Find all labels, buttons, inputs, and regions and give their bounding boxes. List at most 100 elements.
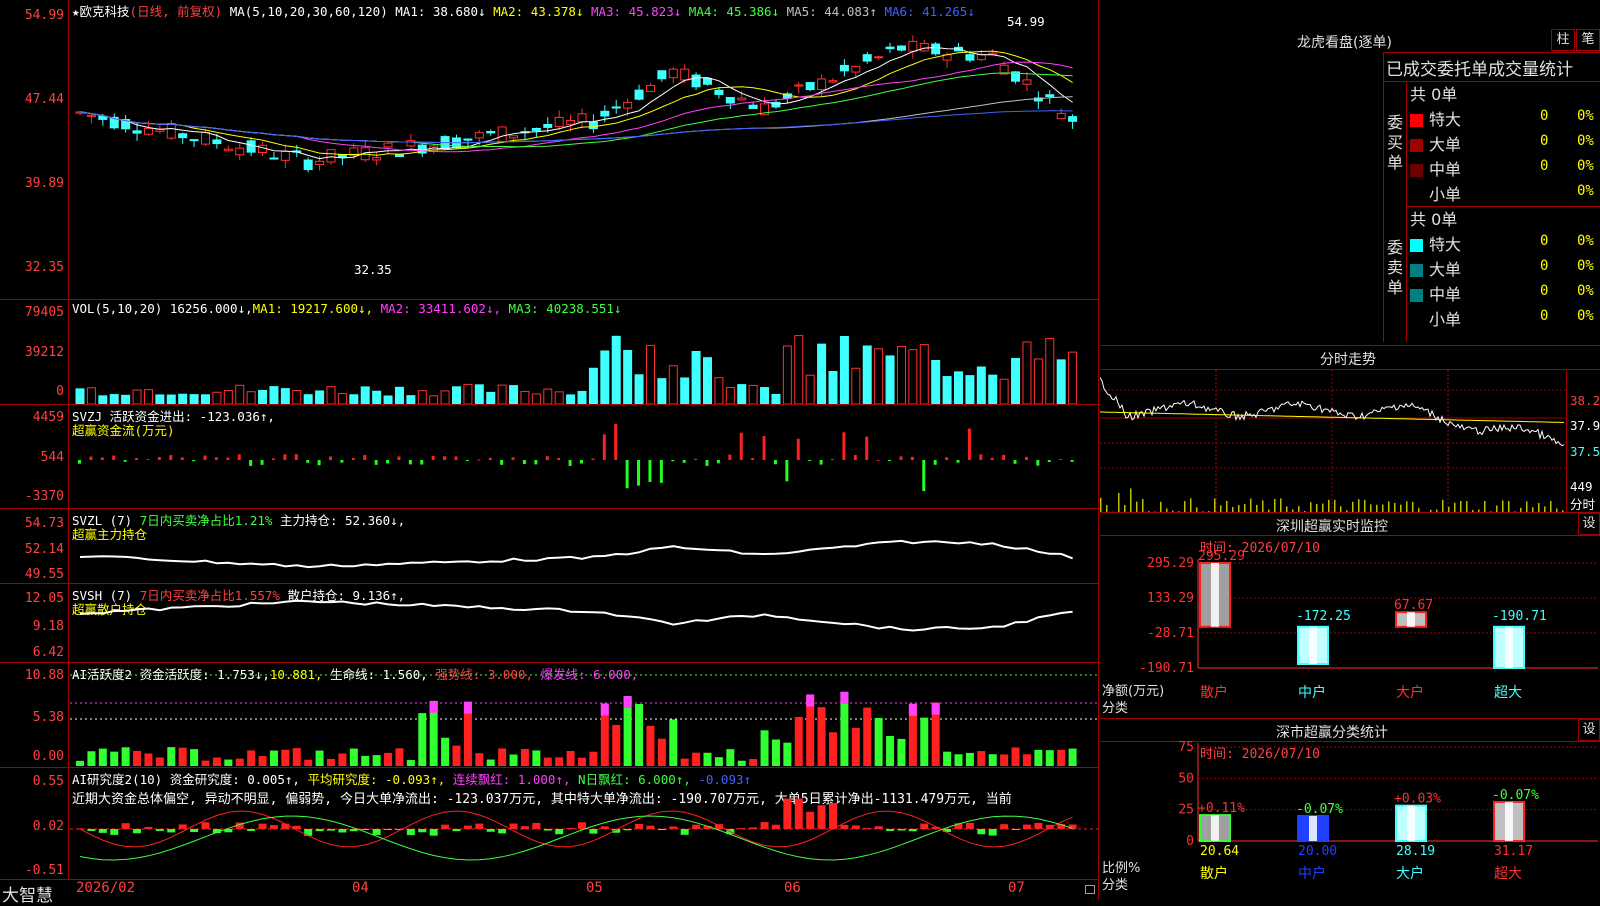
- activity-bar: [76, 761, 84, 766]
- research-chart[interactable]: [70, 768, 1098, 880]
- ratio-bar-chart[interactable]: 7550250+0.11%散户20.64-0.07%中户20.00+0.03%大…: [1100, 719, 1600, 901]
- flow-bar: [89, 457, 92, 460]
- volume-bar: [1057, 360, 1065, 404]
- volume-bar: [726, 388, 734, 404]
- svzj-panel[interactable]: 4459 544 -3370 SVZJ 活跃资金进出: -123.036↑, 超…: [0, 404, 1098, 508]
- candlestick-panel[interactable]: 54.99 47.44 39.89 32.35 ★欧克科技(日线, 前复权) M…: [0, 0, 1098, 298]
- intraday-chart[interactable]: [1100, 370, 1566, 512]
- intraday-vol-bar: [1376, 505, 1378, 512]
- volume-bar: [1069, 352, 1077, 404]
- value-label: -0.07%: [1296, 802, 1343, 817]
- candle-body: [692, 75, 700, 87]
- intraday-vol-bar: [1160, 502, 1162, 512]
- activity-bar: [1000, 754, 1008, 766]
- candle-body: [886, 47, 894, 48]
- research-bar: [110, 829, 118, 835]
- pen-mode-button[interactable]: 笔: [1576, 29, 1600, 51]
- volume-bar: [886, 356, 894, 404]
- volume-bar: [1000, 379, 1008, 404]
- flow-bar: [192, 460, 195, 461]
- activity-bar: [224, 760, 232, 766]
- ai-activity-panel[interactable]: 10.88 5.38 0.00 AI活跃度2 资金活跃度: 1.753↓,10.…: [0, 662, 1098, 767]
- volume-bar: [133, 390, 141, 404]
- volume-bar: [76, 389, 84, 404]
- activity-bar: [259, 756, 267, 766]
- intraday-vol-bar: [1238, 505, 1240, 512]
- bar-mode-button[interactable]: 柱: [1551, 29, 1575, 51]
- main-holding-line[interactable]: [70, 509, 1098, 583]
- volume-panel[interactable]: 79405 39212 0 VOL(5,10,20) 16256.000↓,MA…: [0, 299, 1098, 404]
- flow-bar: [660, 460, 663, 483]
- category-label: 大户: [1396, 865, 1424, 882]
- research-bar: [327, 829, 335, 831]
- order-row-count: 0: [1540, 283, 1548, 299]
- category-label: 中户: [1298, 865, 1326, 882]
- flow-bar: [694, 459, 697, 460]
- bar-highlight: [1211, 563, 1219, 627]
- sz-monitor-panel[interactable]: 深圳超赢实时监控 设 时间: 2026/07/10 295.29133.29-2…: [1100, 512, 1600, 718]
- research-bar: [567, 828, 575, 829]
- research-bar: [738, 828, 746, 829]
- intraday-panel[interactable]: 分时走势 38.22 37.90 37.58 449 分时: [1100, 345, 1600, 512]
- svsh-panel[interactable]: 12.05 9.18 6.42 SVSH (7) 7日内买卖净占比1.557% …: [0, 583, 1098, 662]
- y-tick-label: 133.29: [1147, 591, 1194, 606]
- order-row-label: 大单: [1410, 256, 1461, 280]
- burst-cap: [601, 703, 609, 715]
- flow-bar: [158, 457, 161, 460]
- bar-highlight: [1309, 627, 1317, 664]
- research-bar: [498, 829, 506, 833]
- fund-flow-chart[interactable]: [70, 405, 1098, 508]
- value-label: 67.67: [1394, 598, 1433, 613]
- volume-bar: [395, 387, 403, 404]
- intraday-vol-bar: [1460, 501, 1462, 512]
- volume-bar: [1012, 358, 1020, 404]
- activity-bars[interactable]: [70, 663, 1098, 767]
- volume-chart[interactable]: [70, 315, 1098, 404]
- activity-bar: [453, 746, 461, 766]
- bar-highlight: [1407, 612, 1415, 627]
- order-row-count: 0: [1540, 108, 1548, 124]
- panel-divider[interactable]: [1098, 0, 1099, 900]
- volume-bar: [1023, 342, 1031, 404]
- research-bar: [122, 823, 130, 829]
- activity-bar: [989, 754, 997, 766]
- empty-swatch: [1410, 314, 1423, 327]
- volume-bar: [475, 385, 483, 404]
- volume-bar: [190, 395, 198, 404]
- sell-total: 共 0单: [1410, 206, 1457, 230]
- intraday-vol-bar: [1328, 500, 1330, 512]
- y-tick: 5.38: [0, 710, 64, 725]
- activity-bar: [943, 752, 951, 766]
- volume-bar: [761, 388, 769, 404]
- volume-bar: [772, 394, 780, 404]
- intraday-vol-bar: [1388, 501, 1390, 512]
- candle-body: [373, 158, 381, 160]
- volume-bar: [179, 394, 187, 404]
- flow-bar: [523, 460, 526, 464]
- svzl-panel[interactable]: 54.73 52.14 49.55 SVZL (7) 7日内买卖净占比1.21%…: [0, 508, 1098, 583]
- volume-bar: [293, 390, 301, 404]
- vol-ma3: MA3: 40238.551↓: [509, 301, 622, 316]
- candlestick-chart[interactable]: [70, 15, 1098, 298]
- activity-bar: [818, 707, 826, 766]
- activity-bar: [190, 749, 198, 766]
- activity-bar: [1023, 754, 1031, 766]
- intraday-vol-bar: [1442, 500, 1444, 512]
- activity-bar: [338, 753, 346, 766]
- candle-body: [270, 158, 278, 159]
- net-amount-bar-chart[interactable]: 295.29133.29-28.71-190.71295.29散户-172.25…: [1100, 513, 1600, 718]
- bar-highlight: [1211, 815, 1219, 841]
- color-swatch: [1410, 239, 1423, 252]
- activity-bar: [87, 751, 95, 766]
- flow-bar: [249, 460, 252, 466]
- ai-research-panel[interactable]: 0.55 0.02 -0.51 AI研究度2(10) 资金研究度: 0.005↑…: [0, 767, 1098, 880]
- flow-bar: [820, 460, 823, 465]
- y-tick: 4459: [0, 410, 64, 425]
- research-bar: [635, 824, 643, 829]
- retail-holding-line[interactable]: [70, 584, 1098, 662]
- sz-class-panel[interactable]: 深市超赢分类统计 设 时间: 2026/07/10 7550250+0.11%散…: [1100, 718, 1600, 901]
- order-row-count: 0: [1540, 308, 1548, 324]
- lock-icon[interactable]: [1085, 885, 1095, 894]
- intraday-title: 分时走势: [1320, 349, 1376, 369]
- intraday-tick: 37.90: [1570, 418, 1600, 433]
